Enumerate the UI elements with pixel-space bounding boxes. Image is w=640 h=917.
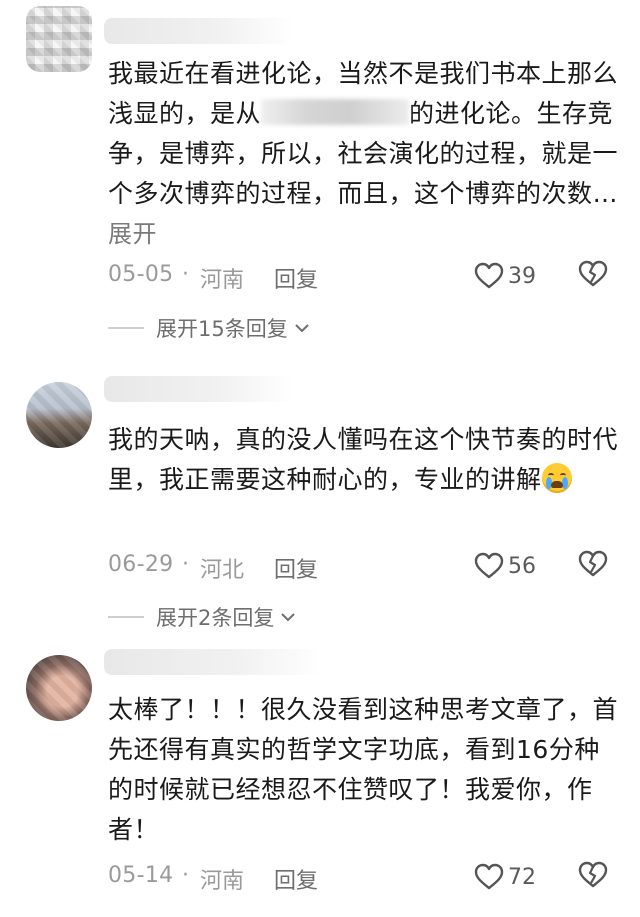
avatar[interactable] bbox=[26, 6, 92, 72]
broken-heart-icon[interactable] bbox=[578, 260, 608, 288]
username-blurred[interactable] bbox=[104, 18, 294, 44]
comment-date: 06-29 bbox=[108, 552, 174, 577]
comment-text-body: 太棒了！！！很久没看到这种思考文章了，首先还得有真实的哲学文字功底，看到16分种… bbox=[108, 695, 619, 844]
comment-meta: 05-05 · 河南 回复 39 bbox=[108, 260, 618, 294]
like-count: 56 bbox=[508, 553, 536, 579]
expand-replies-label: 展开15条回复 bbox=[156, 317, 288, 341]
comment-item: 我最近在看进化论，当然不是我们书本上那么浅显的，是从 的进化论。生存竞争，是博弈，… bbox=[0, 0, 640, 345]
expand-replies-button[interactable]: 展开15条回复 bbox=[108, 313, 310, 343]
expand-replies-label: 展开2条回复 bbox=[156, 606, 275, 630]
comment-meta: 06-29 · 河北 回复 56 bbox=[108, 550, 618, 584]
comment-date: 05-05 bbox=[108, 262, 174, 287]
comment-region: 河北 bbox=[200, 558, 245, 583]
comment-item: 我的天呐，真的没人懂吗在这个快节奏的时代里，我正需要这种耐心的，专业的讲解 06… bbox=[0, 360, 640, 640]
comment-text-body: 我的天呐，真的没人懂吗在这个快节奏的时代里，我正需要这种耐心的，专业的讲解 bbox=[108, 425, 619, 494]
like-count: 72 bbox=[508, 864, 536, 890]
heart-outline-icon bbox=[474, 863, 504, 890]
comment-date: 05-14 bbox=[108, 863, 174, 888]
heart-outline-icon bbox=[474, 262, 504, 289]
divider-line bbox=[108, 327, 144, 329]
meta-separator: · bbox=[182, 262, 189, 287]
like-button[interactable]: 56 bbox=[474, 550, 536, 582]
expand-text-link[interactable]: 展开 bbox=[108, 220, 157, 248]
comment-text: 我的天呐，真的没人懂吗在这个快节奏的时代里，我正需要这种耐心的，专业的讲解 bbox=[108, 420, 618, 500]
username-blurred[interactable] bbox=[104, 649, 324, 675]
reply-button[interactable]: 回复 bbox=[274, 863, 318, 895]
crying-face-emoji bbox=[541, 463, 572, 493]
comment-meta: 05-14 · 河南 回复 72 bbox=[108, 861, 618, 895]
like-count: 39 bbox=[508, 263, 536, 289]
redacted-text bbox=[261, 99, 410, 125]
comment-region: 河南 bbox=[200, 268, 245, 293]
like-button[interactable]: 72 bbox=[474, 861, 536, 893]
comment-item: 太棒了！！！很久没看到这种思考文章了，首先还得有真实的哲学文字功底，看到16分种… bbox=[0, 645, 640, 917]
reply-button[interactable]: 回复 bbox=[274, 262, 318, 294]
chevron-down-icon bbox=[281, 613, 296, 622]
username-blurred[interactable] bbox=[104, 376, 294, 402]
comment-text: 我最近在看进化论，当然不是我们书本上那么浅显的，是从 的进化论。生存竞争，是博弈，… bbox=[108, 54, 618, 254]
avatar[interactable] bbox=[26, 382, 92, 448]
avatar[interactable] bbox=[26, 655, 92, 721]
comment-text: 太棒了！！！很久没看到这种思考文章了，首先还得有真实的哲学文字功底，看到16分种… bbox=[108, 690, 618, 850]
expand-replies-button[interactable]: 展开2条回复 bbox=[108, 602, 296, 632]
broken-heart-icon[interactable] bbox=[578, 550, 608, 578]
divider-line bbox=[108, 616, 144, 618]
like-button[interactable]: 39 bbox=[474, 260, 536, 292]
meta-separator: · bbox=[182, 552, 189, 577]
meta-separator: · bbox=[182, 863, 189, 888]
reply-button[interactable]: 回复 bbox=[274, 552, 318, 584]
broken-heart-icon[interactable] bbox=[578, 861, 608, 889]
chevron-down-icon bbox=[295, 324, 309, 333]
comment-region: 河南 bbox=[200, 869, 245, 894]
heart-outline-icon bbox=[474, 552, 504, 579]
